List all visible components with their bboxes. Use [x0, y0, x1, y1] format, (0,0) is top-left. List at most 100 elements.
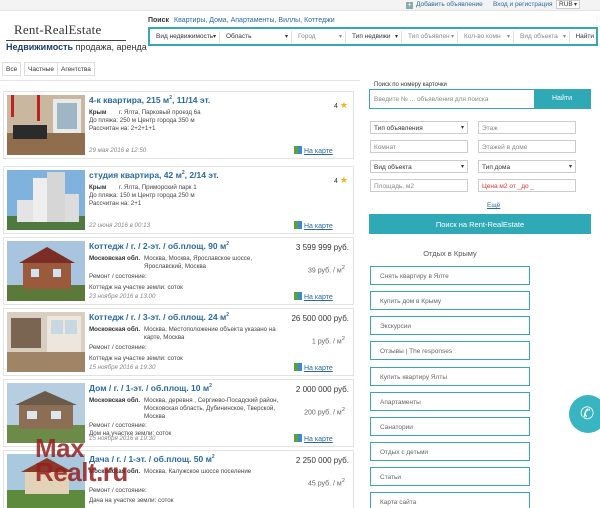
search-bar: Вид недвижимость Область Город Тип недви… — [148, 27, 598, 46]
listing-title[interactable]: 4-к квартира, 215 м2, 11/14 эт. — [89, 95, 210, 105]
on-map-link[interactable]: На карте — [294, 146, 333, 155]
listing-type-select[interactable]: Тип объявлен — [404, 31, 458, 43]
listing-price: 26 500 000 руб. — [291, 314, 349, 323]
map-icon — [294, 292, 302, 300]
callback-button[interactable]: ✆ — [569, 395, 600, 433]
listing-photo[interactable] — [7, 170, 85, 230]
listing-region: Московская обл. — [89, 326, 141, 333]
listing-condition: Ремонт / состояние: — [89, 422, 147, 429]
on-map-link[interactable]: На карте — [294, 292, 333, 301]
listing-date: 29 мая 2016 в 12:50 — [89, 147, 147, 154]
listing-type-field[interactable]: Тип объявления — [370, 121, 468, 134]
more-filters-link[interactable]: Ещё — [487, 202, 500, 209]
price-per-m2-field[interactable]: Цена м2 от _до _ — [478, 179, 576, 192]
listing-address: Москва, Калужское шоссе поселение — [144, 468, 252, 475]
on-map-link[interactable]: На карте — [294, 221, 333, 230]
floor-field[interactable]: Этаж — [478, 121, 576, 134]
listing-photo[interactable] — [7, 312, 85, 372]
house-type-field[interactable]: Тип дома — [478, 160, 576, 173]
floors-in-house-field[interactable]: Этажей в доме — [478, 140, 576, 153]
login-link[interactable]: Вход и регистрация — [493, 1, 553, 8]
listing-distances: До пляжа: 150 м Центр города 250 м — [89, 192, 195, 199]
region-select[interactable]: Область — [222, 31, 292, 43]
search-submit-button[interactable]: Поиск на Rent-RealEstate — [369, 214, 591, 234]
card-search-button[interactable]: Найти — [534, 90, 590, 108]
currency-select[interactable]: RUB — [556, 0, 580, 9]
area-field[interactable]: Площадь, м2 — [370, 179, 468, 192]
listing-card[interactable]: студия квартира, 42 м2, 2/14 эт. Крым г.… — [3, 166, 354, 234]
rent-apartment-yalta-link[interactable]: Снять квартиру в Ялте — [370, 266, 530, 285]
rooms-select[interactable]: Кол-во комн — [460, 31, 514, 43]
sanatoriums-link[interactable]: Санатории — [370, 417, 530, 436]
listing-distances: До пляжа: 250 м Центр города 350 м — [89, 117, 195, 124]
tab-private[interactable]: Частные — [24, 62, 59, 76]
object-kind-field[interactable]: Вид объекта — [370, 160, 468, 173]
city-select[interactable]: Город — [294, 31, 346, 43]
sitemap-link[interactable]: Карта сайта — [370, 492, 530, 508]
search-label: Поиск — [148, 17, 170, 24]
listing-card[interactable]: Коттедж / г. / 3-эт. / об.площ. 24 м2 Мо… — [3, 308, 354, 376]
buy-apartment-yalta-link[interactable]: Купить квартиру Ялты — [370, 367, 530, 386]
search-category-links[interactable]: Квартиры, Дома, Апартаменты, Виллы, Котт… — [174, 17, 335, 24]
object-kind-select[interactable]: Вид объекта — [516, 31, 570, 43]
excursions-link[interactable]: Экскурсии — [370, 316, 530, 335]
listing-region: Московская обл. — [89, 397, 141, 404]
listing-price-per-m2: 45 руб. / м2 — [308, 478, 345, 488]
rooms-field[interactable]: Комнат — [370, 140, 468, 153]
listing-title[interactable]: Дом / г. / 1-эт. / об.площ. 10 м2 — [89, 383, 212, 393]
site-logo[interactable]: Rent-RealEstate Недвижимость продажа, ар… — [6, 22, 147, 52]
listing-title[interactable]: студия квартира, 42 м2, 2/14 эт. — [89, 170, 219, 180]
listing-price: 2 000 000 руб. — [295, 385, 349, 394]
on-map-link[interactable]: На карте — [294, 363, 333, 372]
add-listing-label: Добавить объявление — [416, 1, 483, 8]
listing-condition: Ремонт / состояние: — [89, 273, 147, 280]
reviews-link[interactable]: Отзывы | The responses — [370, 341, 530, 360]
listing-plot: Дача на участке земли: соток — [89, 497, 174, 504]
on-map-link[interactable]: На карте — [294, 434, 333, 443]
listing-plot: Коттедж на участке земли: соток — [89, 284, 183, 291]
search-button[interactable]: Найти — [575, 31, 594, 43]
listing-rating: 4 ★ — [334, 100, 348, 111]
rating-value: 4 — [334, 103, 338, 110]
card-search-input[interactable]: Введите № ... объявления для поиска — [374, 96, 488, 103]
listing-price: 3 599 999 руб. — [295, 243, 349, 252]
card-search-box: Введите № ... объявления для поиска Найт… — [369, 89, 591, 109]
listing-address: г. Ялта, Приморский парк 1 — [119, 184, 197, 191]
star-icon: ★ — [339, 175, 348, 185]
map-icon — [294, 363, 302, 371]
listing-date: 22 июня 2016 в 00:13 — [89, 222, 151, 229]
logo-tagline: Недвижимость продажа, аренда — [6, 42, 147, 52]
logo-name: Rent-RealEstate — [14, 22, 102, 37]
listing-date: 15 ноября 2016 в 19:30 — [89, 364, 156, 371]
listing-photo[interactable] — [7, 241, 85, 301]
listing-address: Москва, деревня , Сергиево-Посадский рай… — [144, 397, 279, 420]
articles-link[interactable]: Статьи — [370, 467, 530, 486]
top-bar: + Добавить объявление Вход и регистрация … — [0, 0, 600, 11]
tab-all[interactable]: Все — [2, 62, 22, 76]
listing-capacity: Рассчитан на: 2+1 — [89, 200, 142, 207]
tab-agencies[interactable]: Агентства — [57, 62, 95, 76]
listing-photo[interactable] — [7, 95, 85, 155]
add-listing-link[interactable]: + Добавить объявление — [406, 1, 483, 9]
listing-card[interactable]: Коттедж / г. / 2-эт. / об.площ. 90 м2 Мо… — [3, 237, 354, 305]
property-type-select[interactable]: Тип недвижи — [348, 31, 402, 43]
property-kind-select[interactable]: Вид недвижимость — [152, 31, 220, 43]
family-rest-link[interactable]: Отдых с детьми — [370, 442, 530, 461]
logo-tagline-rest: продажа, аренда — [73, 42, 147, 52]
apartments-link[interactable]: Апартаменты — [370, 392, 530, 411]
map-icon — [294, 146, 302, 154]
listing-region: Московская обл. — [89, 255, 141, 262]
listing-title[interactable]: Коттедж / г. / 2-эт. / об.площ. 90 м2 — [89, 241, 229, 251]
listing-title[interactable]: Коттедж / г. / 3-эт. / об.площ. 24 м2 — [89, 312, 229, 322]
listing-price-per-m2: 39 руб. / м2 — [308, 265, 345, 275]
buy-house-crimea-link[interactable]: Купить дом в Крыму — [370, 291, 530, 310]
star-icon: ★ — [339, 100, 348, 110]
listing-price: 2 250 000 руб. — [295, 456, 349, 465]
listing-rating: 4 ★ — [334, 175, 348, 186]
watermark: Max Realt.ru — [35, 435, 128, 485]
listing-capacity: Рассчитан на: 2+2+1+1 — [89, 125, 156, 132]
listing-card[interactable]: 4-к квартира, 215 м2, 11/14 эт. Крым г. … — [3, 91, 354, 159]
listing-price-per-m2: 200 руб. / м2 — [304, 407, 345, 417]
plus-icon: + — [406, 2, 413, 9]
logo-tagline-bold: Недвижимость — [6, 42, 74, 52]
